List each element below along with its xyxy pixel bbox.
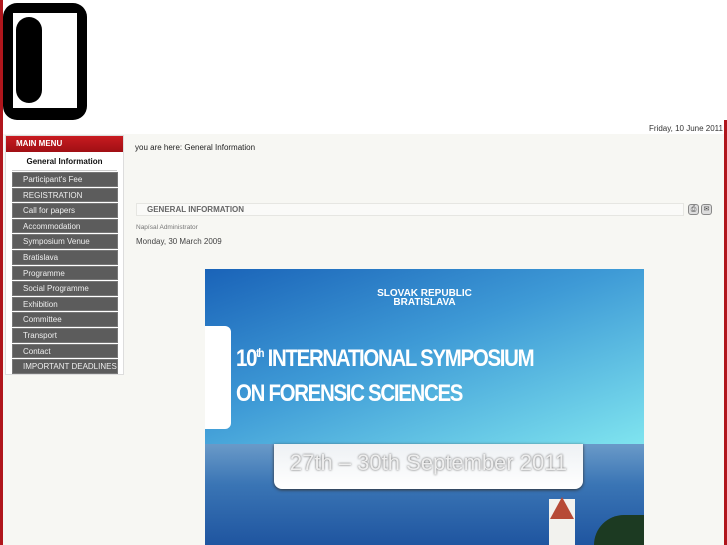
breadcrumb: you are here: General Information (135, 143, 256, 152)
banner-title-line1: 10th INTERNATIONAL SYMPOSIUM (236, 345, 535, 372)
main-menu: MAIN MENU General Information Participan… (5, 135, 124, 375)
menu-item[interactable]: Symposium Venue (12, 234, 118, 249)
article-title: GENERAL INFORMATION (136, 203, 684, 216)
menu-item[interactable]: Programme (12, 265, 118, 281)
menu-item[interactable]: Participant's Fee (12, 172, 118, 187)
menu-item[interactable]: Call for papers (12, 203, 118, 218)
menu-item[interactable]: Transport (12, 327, 118, 343)
menu-item[interactable]: Contact (12, 343, 118, 359)
pdf-icon[interactable]: ⎙ (688, 204, 699, 215)
menu-item[interactable]: REGISTRATION (12, 187, 118, 203)
menu-item[interactable]: Bratislava (12, 249, 118, 265)
main-menu-title: MAIN MENU (6, 136, 123, 152)
banner-location: SLOVAK REPUBLIC BRATISLAVA (377, 288, 472, 308)
menu-item-general-information[interactable]: General Information (12, 152, 117, 171)
banner-title-line2: ON FORENSIC SCIENCES (236, 380, 463, 407)
current-date: Friday, 10 June 2011 (649, 124, 723, 133)
email-icon[interactable]: ✉ (701, 204, 712, 215)
menu-item[interactable]: Accommodation (12, 218, 118, 234)
menu-item[interactable]: IMPORTANT DEADLINES (12, 359, 118, 374)
menu-item[interactable]: Exhibition (12, 296, 118, 312)
symposium-banner: SLOVAK REPUBLIC BRATISLAVA 10th INTERNATI… (205, 269, 644, 545)
sk-logo[interactable] (3, 3, 87, 120)
banner-dates: 27th – 30th September 2011 (274, 444, 583, 489)
article-author: Napísal Administrator (136, 224, 198, 231)
menu-item[interactable]: Social Programme (12, 281, 118, 296)
article-date: Monday, 30 March 2009 (136, 237, 222, 246)
menu-item[interactable]: Committee (12, 312, 118, 327)
